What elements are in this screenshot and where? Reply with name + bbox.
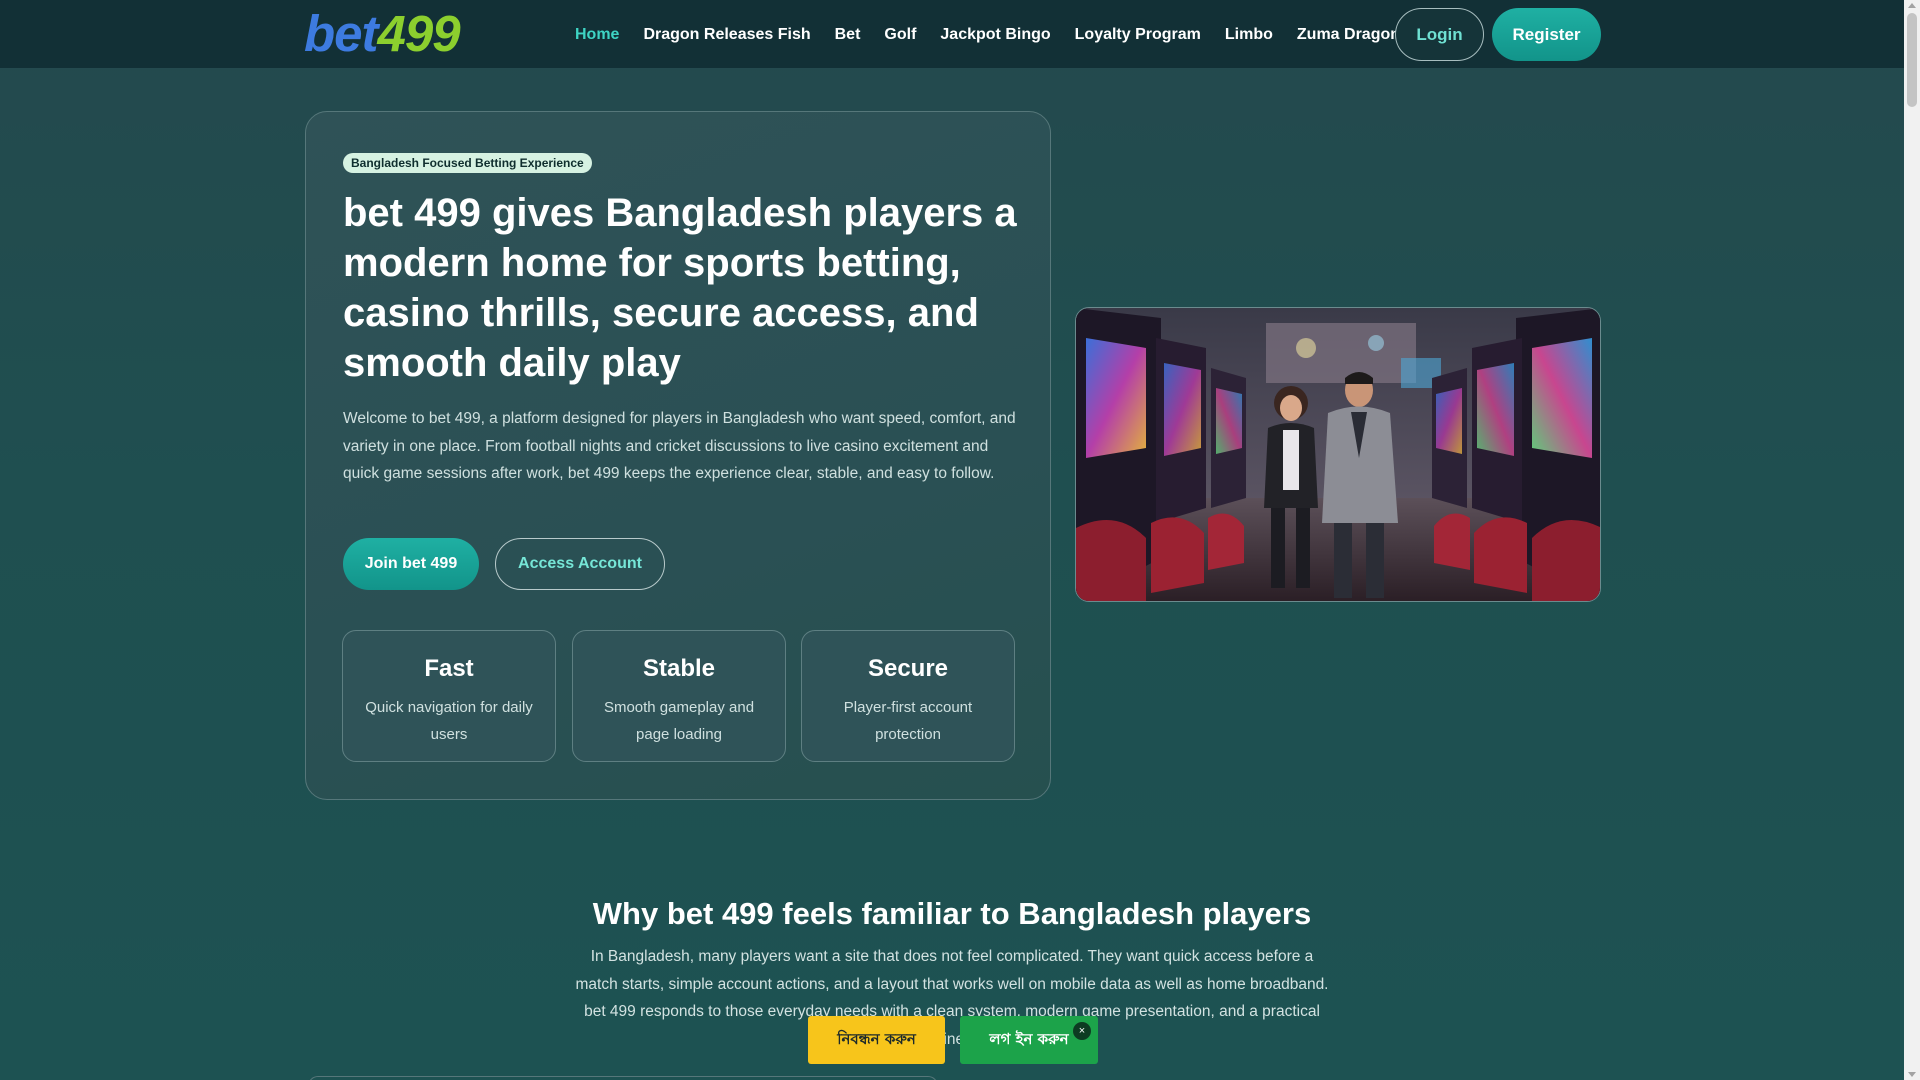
hero-title: bet 499 gives Bangladesh players a moder…	[343, 191, 1017, 385]
floating-register-button[interactable]: নিবন্ধন করুন	[808, 1016, 945, 1064]
scroll-down-arrow-icon[interactable]	[1908, 1072, 1916, 1077]
feature-card-secure: Secure Player-first account protection	[801, 630, 1015, 762]
feature-title: Secure	[867, 655, 949, 682]
feature-description: Player-first account protection	[843, 699, 973, 743]
nav-item-bet[interactable]: Bet	[835, 26, 861, 44]
nav-item-golf[interactable]: Golf	[884, 26, 916, 44]
feature-card-fast: Fast Quick navigation for daily users	[342, 630, 556, 762]
nav-item-jackpot-bingo[interactable]: Jackpot Bingo	[940, 26, 1050, 44]
scroll-up-arrow-icon[interactable]	[1908, 3, 1916, 8]
nav-item-loyalty-program[interactable]: Loyalty Program	[1075, 26, 1201, 44]
feature-card-stable: Stable Smooth gameplay and page loading	[572, 630, 786, 762]
next-card-edge	[308, 1076, 938, 1080]
page-scrollbar[interactable]	[1904, 0, 1920, 1080]
section-text: In Bangladesh, many players want a site …	[575, 948, 1329, 1048]
nav-item-zuma-dragon[interactable]: Zuma Dragon	[1297, 26, 1400, 44]
nav-item-dragon-releases-fish[interactable]: Dragon Releases Fish	[643, 26, 810, 44]
main-nav: Home Dragon Releases Fish Bet Golf Jackp…	[575, 0, 1424, 69]
casino-hero-image	[1075, 307, 1601, 602]
close-icon[interactable]: ×	[1073, 1022, 1091, 1040]
logo-text-499: 499	[377, 5, 461, 62]
join-button[interactable]: Join bet 499	[343, 538, 479, 590]
site-logo[interactable]: bet499	[304, 5, 461, 62]
hero-badge: Bangladesh Focused Betting Experience	[343, 153, 592, 173]
hero-description: Welcome to bet 499, a platform designed …	[343, 410, 1016, 482]
feature-description: Smooth gameplay and page loading	[603, 699, 755, 743]
nav-item-limbo[interactable]: Limbo	[1225, 26, 1273, 44]
register-button[interactable]: Register	[1492, 8, 1601, 61]
access-account-button[interactable]: Access Account	[495, 538, 665, 590]
hero-card: Bangladesh Focused Betting Experience be…	[305, 111, 1051, 800]
feature-title: Stable	[642, 655, 716, 682]
scroll-thumb[interactable]	[1907, 13, 1917, 107]
feature-title: Fast	[424, 655, 474, 682]
logo-text-bet: bet	[304, 5, 378, 62]
login-button[interactable]: Login	[1395, 8, 1484, 61]
feature-description: Quick navigation for daily users	[365, 699, 533, 743]
nav-item-home[interactable]: Home	[575, 26, 619, 44]
section-title: Why bet 499 feels familiar to Bangladesh…	[592, 896, 1312, 931]
site-header: bet499 Home Dragon Releases Fish Bet Gol…	[0, 0, 1904, 69]
